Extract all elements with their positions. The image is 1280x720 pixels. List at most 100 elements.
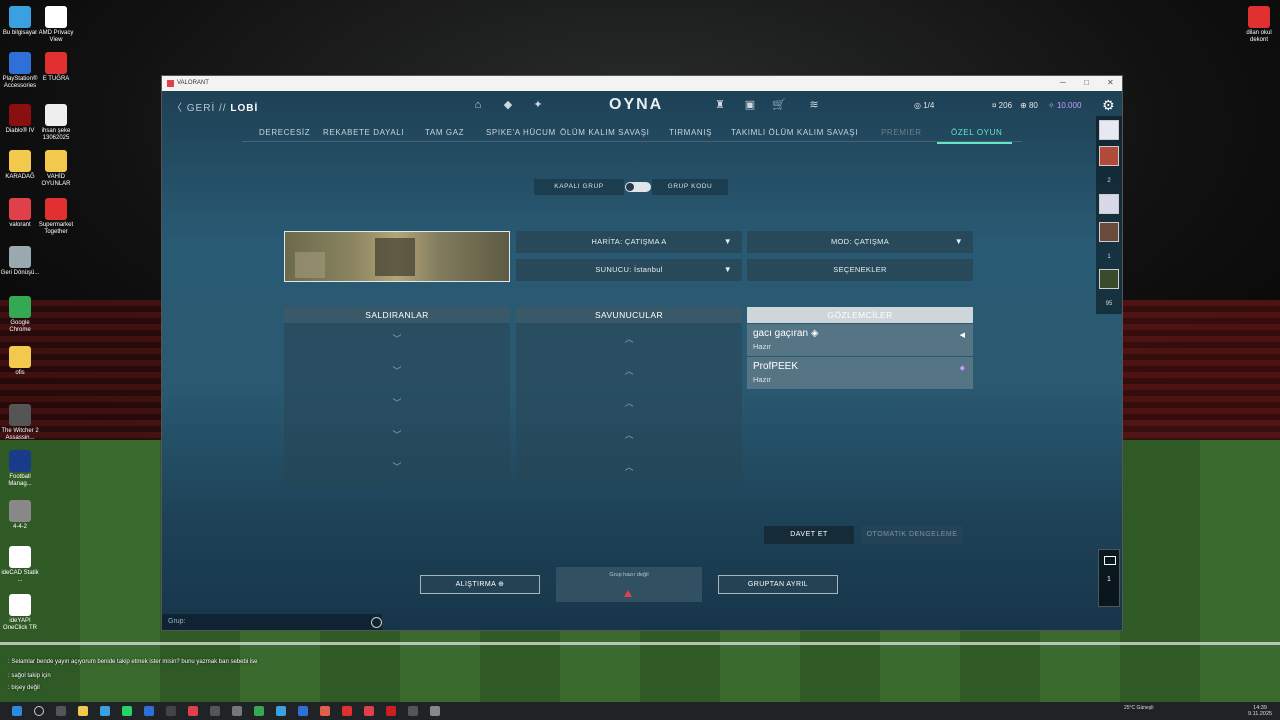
defender-slot[interactable]: ︿ <box>516 323 742 355</box>
tab-unrated[interactable]: DERECESİZ <box>259 128 310 137</box>
taskbar-app-icon[interactable] <box>188 706 198 716</box>
gear-icon[interactable]: ⚙ <box>1102 97 1115 114</box>
defender-slot[interactable]: ︿ <box>516 387 742 419</box>
taskbar-app-icon[interactable] <box>210 706 220 716</box>
taskbar-app-icon[interactable] <box>78 706 88 716</box>
maximize-icon[interactable]: □ <box>1084 78 1089 87</box>
career-icon[interactable]: ✦ <box>532 99 544 111</box>
window-titlebar[interactable]: VALORANT ─ □ ✕ <box>162 76 1122 91</box>
battlepass-icon[interactable]: ♜ <box>714 99 726 111</box>
autobalance-button[interactable]: OTOMATİK DENGELEME <box>861 526 963 544</box>
desktop-icon[interactable]: PlayStation® Accessories <box>0 52 40 90</box>
agents-icon[interactable]: ◆ <box>502 99 514 111</box>
taskbar-app-icon[interactable] <box>386 706 396 716</box>
friend-avatar[interactable] <box>1099 146 1119 166</box>
taskbar-app-icon[interactable] <box>298 706 308 716</box>
desktop-icon[interactable]: The Witcher 2 Assassin... <box>0 404 40 442</box>
mode-dropdown[interactable]: MOD: ÇATIŞMA ▼ <box>747 231 973 253</box>
search-icon[interactable] <box>34 706 44 716</box>
desktop-icon[interactable]: Bu bilgisayar <box>0 6 40 37</box>
messages-widget[interactable]: 1 <box>1098 549 1120 607</box>
desktop-icon[interactable]: Football Manag... <box>0 450 40 488</box>
tab-escalation[interactable]: TIRMANIŞ <box>669 128 712 137</box>
desktop-icon[interactable]: VAHİD OYUNLAR <box>36 150 76 188</box>
taskbar-app-icon[interactable] <box>100 706 110 716</box>
desktop-icon[interactable]: Geri Dönüşü... <box>0 246 40 277</box>
desktop-icon-label: AMD Privacy View <box>38 30 74 43</box>
desktop-icon[interactable]: ideCAD Statik ... <box>0 546 40 584</box>
desktop-icon[interactable]: Diablo® IV <box>0 104 40 135</box>
windows-start-icon[interactable] <box>12 706 22 716</box>
friend-avatar[interactable] <box>1099 120 1119 140</box>
chat-icon[interactable] <box>371 617 382 628</box>
tab-premier[interactable]: PREMIER <box>881 128 922 137</box>
desktop-icon[interactable]: ideYAPI OneClick TR <box>0 594 40 632</box>
app-icon <box>45 150 67 172</box>
tab-swiftplay[interactable]: TAM GAZ <box>425 128 464 137</box>
taskbar-app-icon[interactable] <box>342 706 352 716</box>
closed-group-label[interactable]: KAPALI GRUP <box>534 179 624 195</box>
group-chat-input[interactable]: Grup: <box>162 614 382 630</box>
tab-spike-rush[interactable]: SPIKE'A HÜCUM <box>486 128 556 137</box>
taskbar-app-icon[interactable] <box>166 706 176 716</box>
home-icon[interactable]: ⌂ <box>472 99 484 111</box>
friend-avatar[interactable] <box>1099 222 1119 242</box>
desktop-icon[interactable]: AMD Privacy View <box>36 6 76 44</box>
leave-group-button[interactable]: GRUPTAN AYRIL <box>718 575 838 594</box>
desktop-icon[interactable]: KARADAĞ <box>0 150 40 181</box>
attacker-slot[interactable]: ﹀ <box>284 419 510 451</box>
taskbar-app-icon[interactable] <box>408 706 418 716</box>
pdf-icon <box>1248 6 1270 28</box>
attacker-slot[interactable]: ﹀ <box>284 355 510 387</box>
attacker-slot[interactable]: ﹀ <box>284 451 510 483</box>
practice-button[interactable]: ALIŞTIRMA ⊕ <box>420 575 540 594</box>
taskbar-app-icon[interactable] <box>254 706 264 716</box>
map-dropdown[interactable]: HARİTA: ÇATIŞMA A ▼ <box>516 231 742 253</box>
taskbar-app-icon[interactable] <box>276 706 286 716</box>
defender-slot[interactable]: ︿ <box>516 419 742 451</box>
radianite-counter: ¤ 206 <box>992 101 1013 110</box>
desktop-icon[interactable]: ihsan şeke 13062025 <box>36 104 76 142</box>
store-icon[interactable]: 🛒 <box>772 99 786 111</box>
desktop-icon-dekont[interactable]: dilan okul dekont <box>1239 6 1279 44</box>
desktop-icon[interactable]: 4-4-2 <box>0 500 40 531</box>
clock[interactable]: 14:39 9.11.2025 <box>1248 705 1272 717</box>
taskbar-app-icon[interactable] <box>122 706 132 716</box>
tab-deathmatch[interactable]: ÖLÜM KALIM SAVAŞI <box>560 128 649 137</box>
attacker-slot[interactable]: ﹀ <box>284 323 510 355</box>
taskbar-app-icon[interactable] <box>364 706 374 716</box>
invite-button[interactable]: DAVET ET <box>764 526 854 544</box>
attacker-slot[interactable]: ﹀ <box>284 387 510 419</box>
weather-widget[interactable]: 25°C Güneşli <box>1124 705 1154 711</box>
defender-slot[interactable]: ︿ <box>516 355 742 387</box>
taskbar-app-icon[interactable] <box>232 706 242 716</box>
rank-icon[interactable]: ≋ <box>808 99 820 111</box>
server-dropdown[interactable]: SUNUCU: İstanbul ▼ <box>516 259 742 281</box>
group-code-button[interactable]: GRUP KODU <box>652 179 728 195</box>
tab-custom-game[interactable]: ÖZEL OYUN <box>951 128 1002 137</box>
desktop-icon[interactable]: ofis <box>0 346 40 377</box>
taskbar-app-icon[interactable] <box>56 706 66 716</box>
taskbar-app-icon[interactable] <box>430 706 440 716</box>
friend-avatar[interactable] <box>1099 269 1119 289</box>
taskbar-app-icon[interactable] <box>144 706 154 716</box>
player-card[interactable]: gacı gaçıran ◈ Hazır ◀ <box>747 324 973 356</box>
back-button[interactable]: 〈 GERİ // LOBİ <box>172 99 258 114</box>
tab-team-deathmatch[interactable]: TAKIMLI ÖLÜM KALIM SAVAŞI <box>731 128 858 137</box>
close-icon[interactable]: ✕ <box>1107 78 1114 87</box>
desktop-icon[interactable]: E TUĞRA <box>36 52 76 83</box>
app-icon <box>9 198 31 220</box>
friend-avatar[interactable] <box>1099 194 1119 214</box>
desktop-icon[interactable]: Google Chrome <box>0 296 40 334</box>
play-tab[interactable]: OYNA <box>609 96 663 114</box>
options-button[interactable]: SEÇENEKLER <box>747 259 973 281</box>
collection-icon[interactable]: ▣ <box>744 99 756 111</box>
tab-competitive[interactable]: REKABETE DAYALI <box>323 128 404 137</box>
desktop-icon[interactable]: valorant <box>0 198 40 229</box>
defender-slot[interactable]: ︿ <box>516 451 742 483</box>
minimize-icon[interactable]: ─ <box>1060 78 1066 87</box>
player-card[interactable]: ProfPEEK Hazır ◆ <box>747 357 973 389</box>
group-privacy-toggle[interactable] <box>625 182 651 192</box>
desktop-icon[interactable]: Supermarket Together <box>36 198 76 236</box>
taskbar-app-icon[interactable] <box>320 706 330 716</box>
